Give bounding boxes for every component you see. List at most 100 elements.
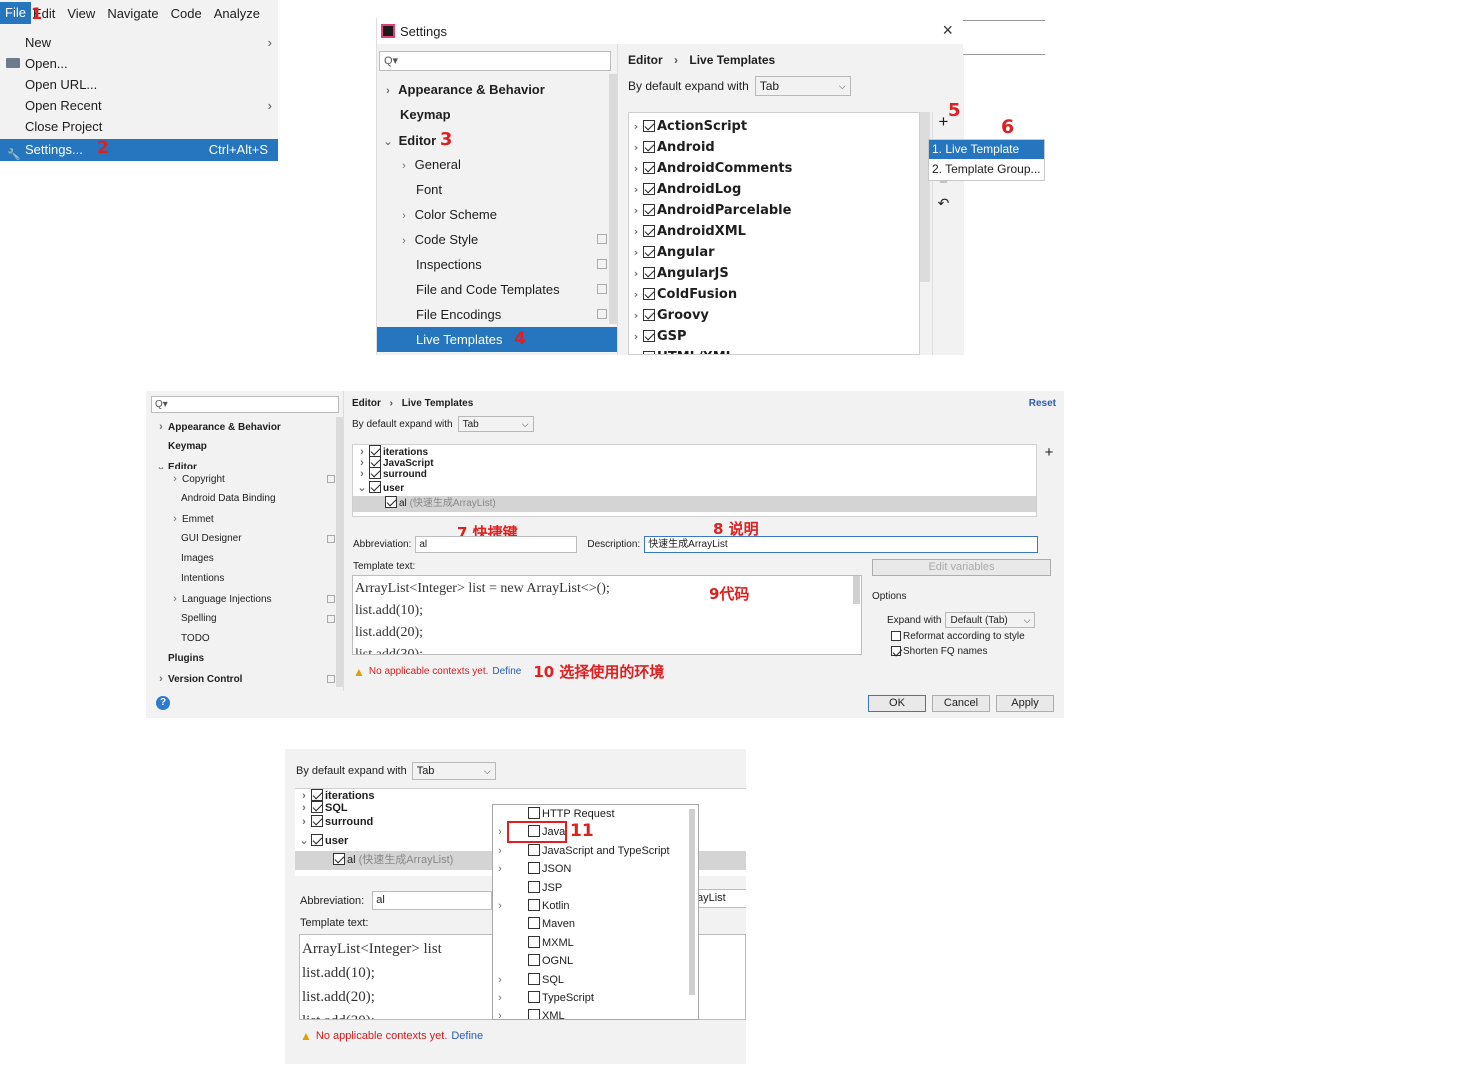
checkbox[interactable] xyxy=(643,351,655,354)
abbreviation-input[interactable]: al xyxy=(415,536,578,553)
menu-item-new[interactable]: New › xyxy=(0,32,278,53)
edit-variables-button[interactable]: Edit variables xyxy=(872,559,1051,576)
checkbox[interactable] xyxy=(528,862,540,875)
nav-item[interactable]: › Emmet xyxy=(146,509,343,529)
nav-general[interactable]: › General xyxy=(377,152,617,177)
help-icon[interactable]: ? xyxy=(156,696,170,710)
nav-item[interactable]: Keymap xyxy=(146,437,343,457)
nav-color-scheme[interactable]: › Color Scheme xyxy=(377,202,617,227)
checkbox[interactable] xyxy=(643,141,655,153)
nav-item[interactable]: › Appearance & Behavior xyxy=(146,417,343,437)
shorten-fq-option[interactable]: Shorten FQ names xyxy=(891,646,987,657)
menu-item-close-project[interactable]: Close Project xyxy=(0,116,278,137)
nav-item[interactable]: › Version Control xyxy=(146,669,343,689)
group-row[interactable]: › Angular xyxy=(629,242,919,263)
apply-button[interactable]: Apply xyxy=(996,695,1054,712)
reset-link[interactable]: Reset xyxy=(1029,398,1056,409)
group-row[interactable]: › GSP xyxy=(629,326,919,347)
checkbox[interactable] xyxy=(369,481,381,493)
checkbox[interactable] xyxy=(528,990,540,1003)
cancel-button[interactable]: Cancel xyxy=(932,695,990,712)
checkbox[interactable] xyxy=(643,225,655,237)
nav-item[interactable]: ⌄ Editor xyxy=(146,457,343,469)
checkbox[interactable] xyxy=(528,898,540,911)
context-popup-scrollbar[interactable] xyxy=(689,809,695,995)
checkbox[interactable] xyxy=(643,309,655,321)
add-icon[interactable]: + xyxy=(1039,444,1059,461)
group-row[interactable]: › ActionScript xyxy=(629,116,919,137)
nav-item[interactable]: Android Data Binding xyxy=(146,489,343,509)
sidebar-scrollbar[interactable] xyxy=(609,74,617,324)
expand-with-select[interactable]: Default (Tab) ⌵ xyxy=(945,612,1036,628)
checkbox[interactable] xyxy=(385,496,397,508)
close-icon[interactable]: × xyxy=(942,20,953,41)
group-row[interactable]: › surround xyxy=(353,467,1036,480)
nav-item[interactable]: › Copyright xyxy=(146,469,343,489)
define-link[interactable]: Define xyxy=(451,1030,483,1042)
nav-editor[interactable]: ⌄ Editor 3 xyxy=(377,127,617,152)
checkbox[interactable] xyxy=(643,120,655,132)
group-row[interactable]: › JavaScript xyxy=(353,456,1036,469)
nav-file-encodings[interactable]: File Encodings xyxy=(377,302,617,327)
checkbox[interactable] xyxy=(333,853,345,865)
sidebar-scrollbar[interactable] xyxy=(336,417,343,687)
nav-item[interactable]: Images xyxy=(146,549,343,569)
define-link[interactable]: Define xyxy=(492,666,521,677)
nav-keymap[interactable]: Keymap xyxy=(377,102,617,127)
undo-icon[interactable]: ↶ xyxy=(933,195,954,212)
checkbox[interactable] xyxy=(528,843,540,856)
group-row[interactable]: › ColdFusion xyxy=(629,284,919,305)
context-item[interactable]: › TypeScript xyxy=(493,989,698,1007)
list-scrollbar-thumb[interactable] xyxy=(920,112,930,282)
expand-select[interactable]: Tab ⌵ xyxy=(754,76,851,96)
menu-view[interactable]: View xyxy=(61,6,101,21)
group-row[interactable]: › AngularJS xyxy=(629,263,919,284)
add-template-group-item[interactable]: 2. Template Group... xyxy=(929,159,1044,180)
nav-live-templates[interactable]: Live Templates 4 xyxy=(377,327,617,352)
checkbox[interactable] xyxy=(528,807,540,819)
context-item[interactable]: › XML xyxy=(493,1007,698,1019)
nav-inspections[interactable]: Inspections xyxy=(377,252,617,277)
checkbox[interactable] xyxy=(643,246,655,258)
nav-item[interactable]: GUI Designer xyxy=(146,529,343,549)
checkbox[interactable] xyxy=(891,631,901,641)
group-row[interactable]: › AndroidParcelable xyxy=(629,200,919,221)
menu-code[interactable]: Code xyxy=(165,6,208,21)
nav-code-style[interactable]: › Code Style xyxy=(377,227,617,252)
nav-item[interactable]: Plugins xyxy=(146,649,343,669)
group-row[interactable]: › AndroidLog xyxy=(629,179,919,200)
checkbox[interactable] xyxy=(311,834,323,846)
add-live-template-item[interactable]: 1. Live Template xyxy=(929,140,1044,159)
checkbox[interactable] xyxy=(643,162,655,174)
ok-button[interactable]: OK xyxy=(868,695,926,712)
nav-item[interactable]: Spelling xyxy=(146,609,343,629)
expand-select[interactable]: Tab ⌵ xyxy=(457,416,534,432)
menu-file[interactable]: File xyxy=(0,2,31,24)
nav-file-code-templates[interactable]: File and Code Templates xyxy=(377,277,617,302)
group-row[interactable]: › AndroidComments xyxy=(629,158,919,179)
menu-item-open[interactable]: Open... xyxy=(0,53,278,74)
description-input[interactable]: ayList xyxy=(697,889,746,908)
context-item[interactable]: Maven xyxy=(493,915,698,933)
template-text-editor[interactable]: ArrayList<Integer> list = new ArrayList<… xyxy=(352,575,862,655)
checkbox[interactable] xyxy=(311,789,323,801)
checkbox[interactable] xyxy=(311,801,323,813)
menu-item-open-recent[interactable]: Open Recent › xyxy=(0,95,278,116)
group-row[interactable]: › iterations xyxy=(353,445,1036,458)
checkbox[interactable] xyxy=(643,330,655,342)
checkbox[interactable] xyxy=(891,646,901,656)
group-row[interactable]: › Groovy xyxy=(629,305,919,326)
search-input[interactable]: Q▾ xyxy=(379,51,611,71)
menu-navigate[interactable]: Navigate xyxy=(101,6,164,21)
context-item[interactable]: MXML xyxy=(493,934,698,952)
group-row-user[interactable]: ⌄ user xyxy=(353,480,1036,496)
group-row[interactable]: › HTML/XML xyxy=(629,347,919,354)
checkbox[interactable] xyxy=(528,1009,540,1019)
template-row-al[interactable]: al (快速生成ArrayList) xyxy=(353,496,1036,512)
editor-scrollbar[interactable] xyxy=(853,576,860,604)
group-row[interactable]: › Android xyxy=(629,137,919,158)
checkbox[interactable] xyxy=(528,917,540,930)
checkbox[interactable] xyxy=(528,935,540,948)
abbreviation-input[interactable]: al xyxy=(372,891,493,910)
checkbox[interactable] xyxy=(369,467,381,479)
